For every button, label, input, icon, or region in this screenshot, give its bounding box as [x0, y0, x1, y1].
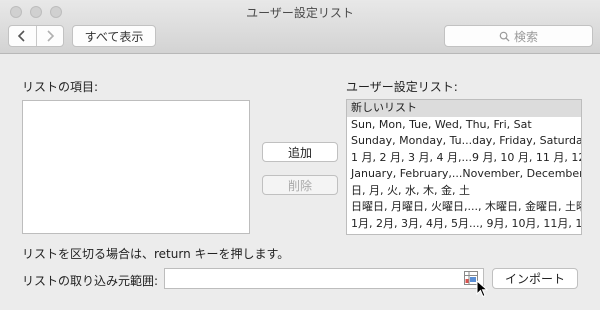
chevron-left-icon — [18, 30, 26, 42]
custom-list-item[interactable]: 日, 月, 火, 水, 木, 金, 土 — [347, 183, 581, 200]
custom-lists-label: ユーザー設定リスト: — [346, 80, 458, 94]
add-button[interactable]: 追加 — [262, 142, 338, 162]
mouse-pointer-icon — [476, 280, 488, 298]
import-range-input[interactable] — [164, 268, 484, 289]
search-icon — [499, 31, 510, 42]
list-entries-textarea[interactable] — [22, 100, 250, 234]
search-field[interactable]: 検索 — [444, 25, 593, 47]
search-placeholder: 検索 — [513, 29, 538, 44]
custom-list-item[interactable]: 新しいリスト — [347, 100, 581, 117]
custom-list-item[interactable]: Sunday, Monday, Tu...day, Friday, Saturd… — [347, 133, 581, 150]
custom-list-item[interactable]: 日曜日, 月曜日, 火曜日,..., 木曜日, 金曜日, 土曜日 — [347, 199, 581, 216]
show-all-button[interactable]: すべて表示 — [72, 25, 156, 47]
list-entries-label: リストの項目: — [22, 80, 99, 94]
navigation-buttons — [8, 25, 64, 47]
window-title: ユーザー設定リスト — [246, 6, 354, 20]
chevron-right-icon — [47, 30, 55, 42]
import-button[interactable]: インポート — [492, 268, 578, 289]
title-bar: ユーザー設定リスト すべて表示 検索 — [0, 0, 600, 54]
import-range-label: リストの取り込み元範囲: — [22, 274, 159, 288]
custom-list-item[interactable]: Sun, Mon, Tue, Wed, Thu, Fri, Sat — [347, 117, 581, 134]
delete-button[interactable]: 削除 — [262, 175, 338, 195]
custom-list-item[interactable]: 1月, 2月, 3月, 4月, 5月..., 9月, 10月, 11月, 12月 — [347, 216, 581, 233]
forward-button[interactable] — [35, 26, 63, 46]
custom-lists-listbox[interactable]: 新しいリスト Sun, Mon, Tue, Wed, Thu, Fri, Sat… — [346, 99, 582, 235]
separator-hint: リストを区切る場合は、return キーを押します。 — [22, 247, 290, 261]
back-button[interactable] — [9, 26, 36, 46]
custom-list-item[interactable]: 1 月, 2 月, 3 月, 4 月,...9 月, 10 月, 11 月, 1… — [347, 150, 581, 167]
custom-list-item[interactable]: January, February,...November, December — [347, 166, 581, 183]
